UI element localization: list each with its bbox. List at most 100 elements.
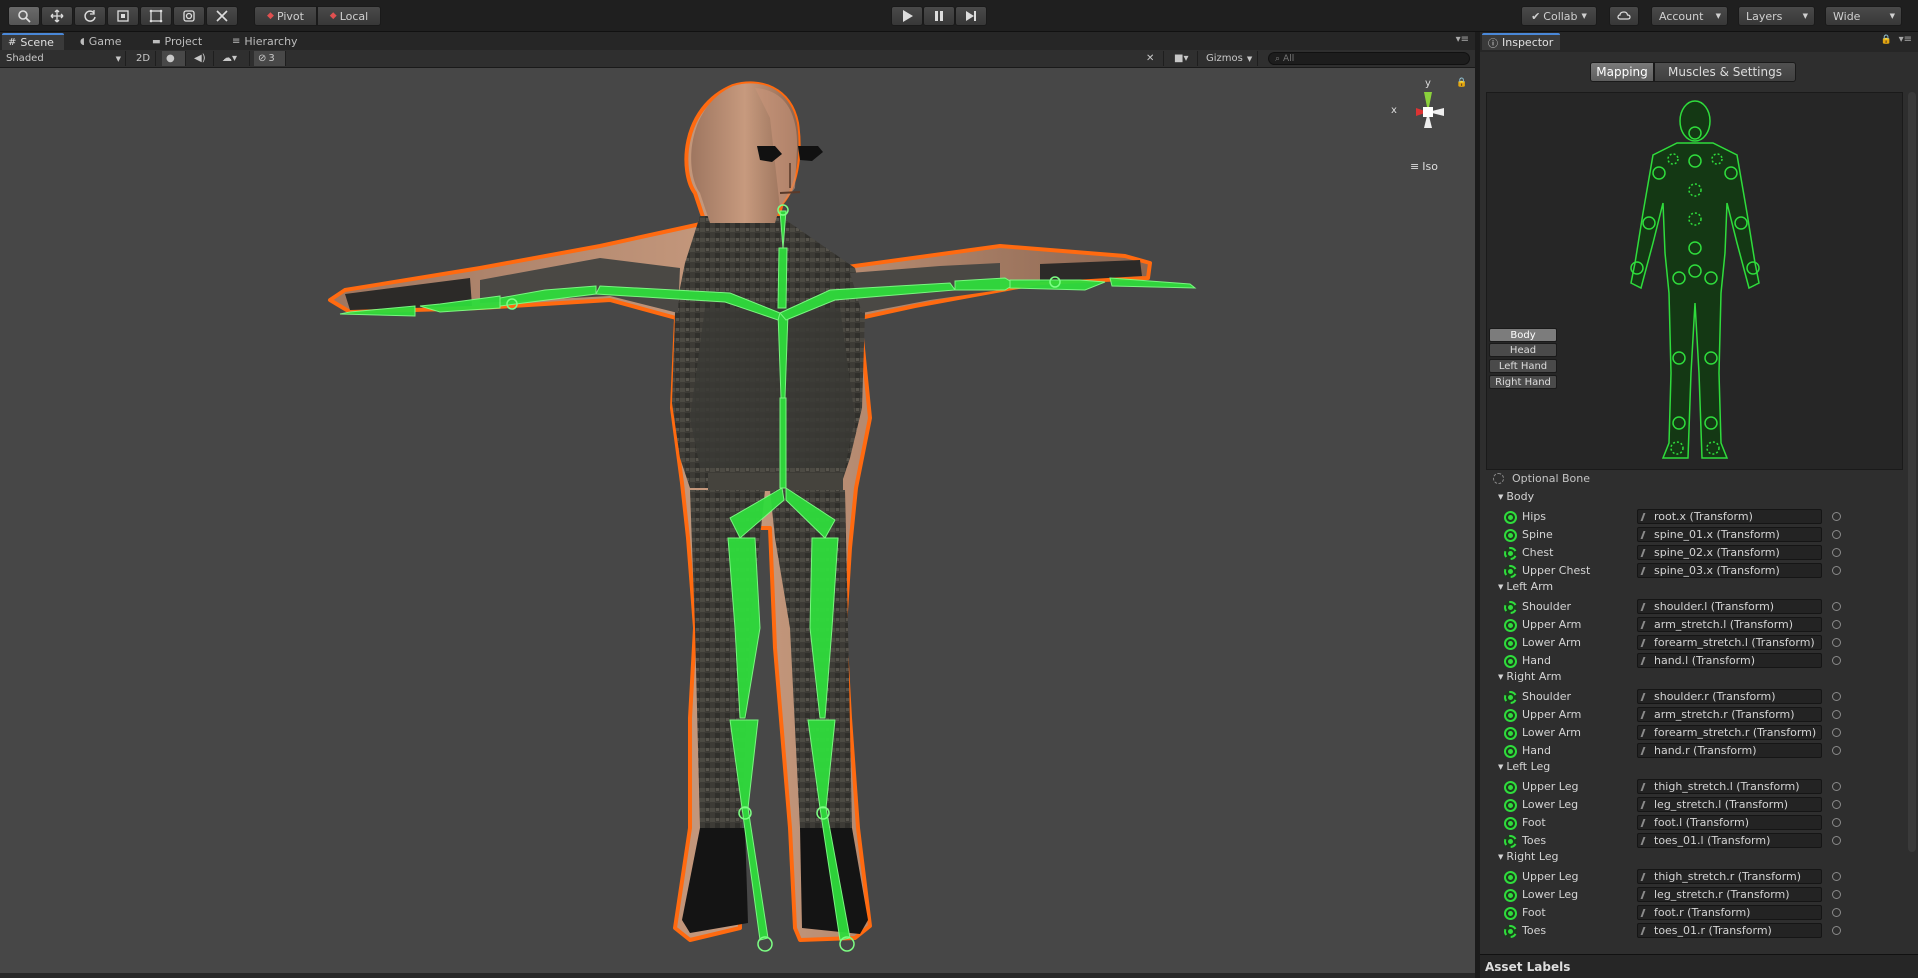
gizmos-dropdown[interactable]: Gizmos ▼ — [1202, 51, 1258, 66]
bone-transform-field[interactable]: forearm_stretch.l (Transform) — [1637, 635, 1822, 650]
body-part-right-hand-button[interactable]: Right Hand — [1489, 375, 1557, 389]
camera-dropdown[interactable]: ■▾ — [1170, 51, 1198, 66]
bone-status-icon[interactable] — [1504, 619, 1517, 632]
tab-menu-icon[interactable]: ▾≡ — [1456, 34, 1469, 45]
bone-status-icon[interactable] — [1504, 835, 1517, 848]
bone-transform-field[interactable]: spine_02.x (Transform) — [1637, 545, 1822, 560]
object-picker-icon[interactable] — [1832, 710, 1841, 719]
object-picker-icon[interactable] — [1832, 656, 1841, 665]
bone-status-icon[interactable] — [1504, 547, 1517, 560]
object-picker-icon[interactable] — [1832, 512, 1841, 521]
bone-transform-field[interactable]: hand.r (Transform) — [1637, 743, 1822, 758]
object-picker-icon[interactable] — [1832, 638, 1841, 647]
play-button[interactable] — [891, 6, 923, 26]
bone-status-icon[interactable] — [1504, 637, 1517, 650]
object-picker-icon[interactable] — [1832, 836, 1841, 845]
orientation-gizmo[interactable]: y x — [1386, 78, 1458, 150]
bone-transform-field[interactable]: spine_01.x (Transform) — [1637, 527, 1822, 542]
tab-menu-icon[interactable]: ▾≡ — [1899, 34, 1912, 45]
projection-toggle[interactable]: ≡ Iso — [1410, 160, 1438, 173]
bone-status-icon[interactable] — [1504, 727, 1517, 740]
object-picker-icon[interactable] — [1832, 566, 1841, 575]
object-picker-icon[interactable] — [1832, 872, 1841, 881]
bone-status-icon[interactable] — [1504, 907, 1517, 920]
bone-transform-field[interactable]: forearm_stretch.r (Transform) — [1637, 725, 1822, 740]
scene-search-input[interactable]: ⌕ All — [1268, 52, 1470, 65]
bone-transform-field[interactable]: shoulder.r (Transform) — [1637, 689, 1822, 704]
cloud-button[interactable] — [1609, 6, 1639, 26]
bone-transform-field[interactable]: arm_stretch.l (Transform) — [1637, 617, 1822, 632]
body-part-body-button[interactable]: Body — [1489, 328, 1557, 342]
bone-transform-field[interactable]: leg_stretch.r (Transform) — [1637, 887, 1822, 902]
bone-transform-field[interactable]: hand.l (Transform) — [1637, 653, 1822, 668]
object-picker-icon[interactable] — [1832, 728, 1841, 737]
object-picker-icon[interactable] — [1832, 782, 1841, 791]
object-picker-icon[interactable] — [1832, 890, 1841, 899]
audio-toggle[interactable]: ◀) — [190, 51, 214, 66]
bone-status-icon[interactable] — [1504, 709, 1517, 722]
object-picker-icon[interactable] — [1832, 746, 1841, 755]
rect-tool-button[interactable] — [140, 6, 172, 26]
tab-scene[interactable]: # Scene — [2, 33, 64, 50]
object-picker-icon[interactable] — [1832, 692, 1841, 701]
account-dropdown[interactable]: Account ▼ — [1651, 6, 1728, 26]
bone-transform-field[interactable]: root.x (Transform) — [1637, 509, 1822, 524]
hidden-objects-toggle[interactable]: ⊘ 3 — [254, 51, 286, 66]
bone-transform-field[interactable]: shoulder.l (Transform) — [1637, 599, 1822, 614]
bone-group-header[interactable]: ▼ Body — [1498, 490, 1534, 503]
bone-group-header[interactable]: ▼ Left Arm — [1498, 580, 1553, 593]
bone-status-icon[interactable] — [1504, 601, 1517, 614]
bone-transform-field[interactable]: foot.r (Transform) — [1637, 905, 1822, 920]
tab-project[interactable]: ▬ Project — [146, 33, 208, 50]
bone-group-header[interactable]: ▼ Left Leg — [1498, 760, 1550, 773]
bone-transform-field[interactable]: toes_01.l (Transform) — [1637, 833, 1822, 848]
bone-status-icon[interactable] — [1504, 817, 1517, 830]
bone-status-icon[interactable] — [1504, 799, 1517, 812]
transform-tool-button[interactable] — [173, 6, 205, 26]
layout-dropdown[interactable]: Wide ▼ — [1825, 6, 1902, 26]
collab-dropdown[interactable]: ✔ Collab ▼ — [1521, 6, 1597, 26]
object-picker-icon[interactable] — [1832, 602, 1841, 611]
lock-icon[interactable]: 🔒 — [1456, 78, 1467, 88]
scale-tool-button[interactable] — [107, 6, 139, 26]
hand-tool-button[interactable] — [8, 6, 40, 26]
tab-inspector[interactable]: ⓘ Inspector — [1482, 33, 1560, 50]
bone-group-header[interactable]: ▼ Right Leg — [1498, 850, 1559, 863]
custom-tool-button[interactable] — [206, 6, 238, 26]
bone-group-header[interactable]: ▼ Right Arm — [1498, 670, 1561, 683]
rotate-tool-button[interactable] — [74, 6, 106, 26]
object-picker-icon[interactable] — [1832, 548, 1841, 557]
lock-icon[interactable]: 🔒 — [1881, 35, 1892, 45]
bone-transform-field[interactable]: leg_stretch.l (Transform) — [1637, 797, 1822, 812]
bone-status-icon[interactable] — [1504, 529, 1517, 542]
bone-status-icon[interactable] — [1504, 565, 1517, 578]
layers-dropdown[interactable]: Layers ▼ — [1738, 6, 1815, 26]
draw-mode-dropdown[interactable]: Shaded ▼ — [2, 51, 126, 66]
bone-transform-field[interactable]: thigh_stretch.l (Transform) — [1637, 779, 1822, 794]
2d-toggle[interactable]: 2D — [132, 51, 156, 66]
bone-status-icon[interactable] — [1504, 691, 1517, 704]
object-picker-icon[interactable] — [1832, 908, 1841, 917]
bone-status-icon[interactable] — [1504, 889, 1517, 902]
scene-tools-button[interactable]: ✕ — [1142, 51, 1164, 66]
effects-dropdown[interactable]: ☁▾ — [218, 51, 250, 66]
bone-status-icon[interactable] — [1504, 655, 1517, 668]
step-button[interactable] — [955, 6, 987, 26]
scene-viewport[interactable]: y x 🔒 ≡ Iso — [0, 68, 1475, 973]
move-tool-button[interactable] — [41, 6, 73, 26]
pause-button[interactable] — [923, 6, 955, 26]
body-part-head-button[interactable]: Head — [1489, 343, 1557, 357]
bone-status-icon[interactable] — [1504, 781, 1517, 794]
tab-mapping[interactable]: Mapping — [1590, 62, 1654, 82]
avatar-body-preview[interactable] — [1486, 92, 1903, 470]
bone-transform-field[interactable]: thigh_stretch.r (Transform) — [1637, 869, 1822, 884]
tab-hierarchy[interactable]: ≡ Hierarchy — [226, 33, 304, 50]
bone-status-icon[interactable] — [1504, 925, 1517, 938]
tab-muscles-settings[interactable]: Muscles & Settings — [1654, 62, 1796, 82]
object-picker-icon[interactable] — [1832, 818, 1841, 827]
local-toggle[interactable]: ◆ Local — [317, 6, 381, 26]
pivot-toggle[interactable]: ◆ Pivot — [254, 6, 317, 26]
bone-transform-field[interactable]: spine_03.x (Transform) — [1637, 563, 1822, 578]
bone-transform-field[interactable]: arm_stretch.r (Transform) — [1637, 707, 1822, 722]
bone-status-icon[interactable] — [1504, 871, 1517, 884]
